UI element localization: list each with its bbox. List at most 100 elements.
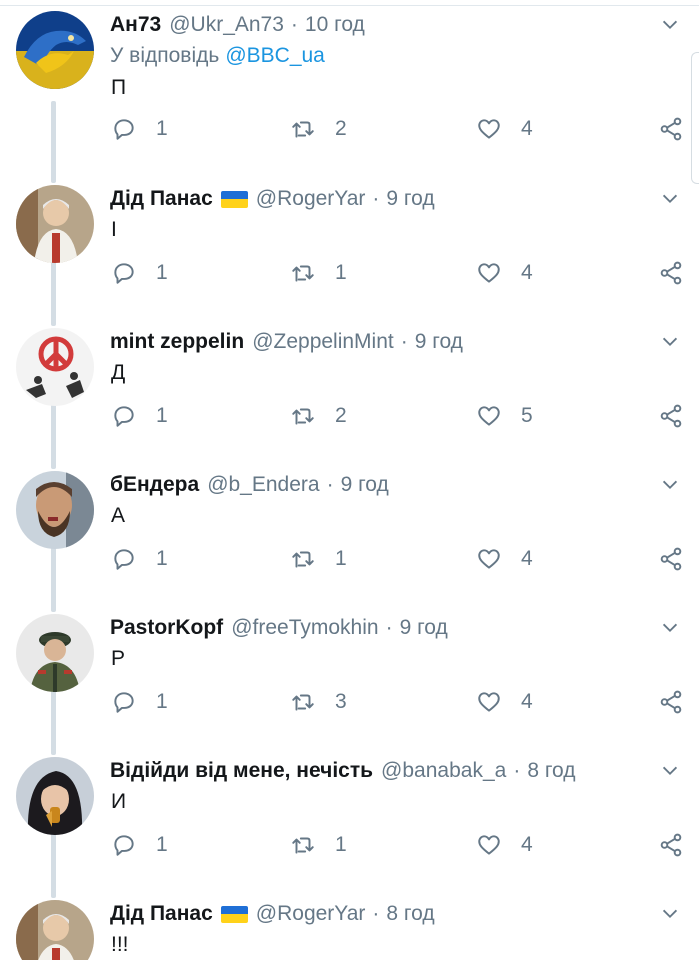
like-icon: [478, 692, 500, 712]
like-button[interactable]: 4: [476, 830, 533, 860]
chevron-down-icon[interactable]: [659, 760, 681, 782]
share-icon: [660, 117, 682, 141]
tweet[interactable]: Дід Панас @RogerYar · 8 год !!!: [0, 889, 699, 960]
action-bar: 1 1 4: [0, 830, 699, 860]
avatar[interactable]: [16, 185, 94, 263]
like-button[interactable]: 4: [476, 687, 533, 717]
like-button[interactable]: 5: [476, 401, 533, 431]
retweet-button[interactable]: 3: [290, 687, 347, 717]
author-handle[interactable]: @RogerYar: [256, 902, 366, 926]
author-name[interactable]: Дід Панас: [110, 187, 213, 211]
reply-button[interactable]: 1: [111, 830, 168, 860]
author-name[interactable]: Дід Панас: [110, 902, 213, 926]
author-handle[interactable]: @banabak_a: [381, 759, 506, 783]
timestamp[interactable]: 9 год: [400, 616, 448, 640]
share-button[interactable]: [658, 687, 684, 717]
avatar[interactable]: [16, 328, 94, 406]
author-name[interactable]: PastorKopf: [110, 616, 223, 640]
ukraine-flag-icon: [220, 905, 248, 923]
avatar[interactable]: [16, 757, 94, 835]
retweet-button[interactable]: 1: [290, 544, 347, 574]
tweet[interactable]: Дід Панас @RogerYar · 9 год І 1 1 4: [0, 174, 699, 317]
reply-button[interactable]: 1: [111, 114, 168, 144]
reply-icon: [114, 263, 134, 284]
retweet-icon: [292, 837, 314, 854]
reply-button[interactable]: 1: [111, 687, 168, 717]
like-icon: [478, 119, 500, 139]
timestamp[interactable]: 8 год: [386, 902, 434, 926]
chevron-down-icon[interactable]: [659, 903, 681, 925]
retweet-count: 1: [335, 547, 347, 570]
chevron-down-icon[interactable]: [659, 188, 681, 210]
reply-button[interactable]: 1: [111, 544, 168, 574]
reply-count: 1: [156, 833, 168, 856]
share-button[interactable]: [658, 544, 684, 574]
tweet[interactable]: Відійди від мене, нечість @banabak_a · 8…: [0, 746, 699, 889]
action-bar: 1 3 4: [0, 687, 699, 717]
ukraine-flag-icon: [220, 190, 248, 208]
like-button[interactable]: 4: [476, 258, 533, 288]
share-button[interactable]: [658, 401, 684, 431]
reply-button[interactable]: 1: [111, 401, 168, 431]
mention-link[interactable]: @BBC_ua: [225, 44, 325, 67]
share-icon: [660, 833, 682, 857]
timestamp[interactable]: 10 год: [305, 13, 365, 37]
timestamp[interactable]: 8 год: [527, 759, 575, 783]
timestamp[interactable]: 9 год: [415, 330, 463, 354]
retweet-button[interactable]: 2: [290, 401, 347, 431]
author-handle[interactable]: @Ukr_An73: [169, 13, 284, 37]
like-count: 4: [521, 833, 533, 856]
chevron-down-icon[interactable]: [659, 617, 681, 639]
tweet[interactable]: Ан73 @Ukr_An73 · 10 год У відповідь @BBC_…: [0, 0, 699, 143]
separator-dot: ·: [326, 473, 334, 496]
reply-icon: [114, 692, 134, 713]
retweet-icon: [292, 121, 314, 138]
share-icon: [660, 547, 682, 571]
tweet[interactable]: mint zeppelin @ZeppelinMint · 9 год Д 1 …: [0, 317, 699, 460]
reply-count: 1: [156, 547, 168, 570]
like-button[interactable]: 4: [476, 114, 533, 144]
separator-dot: ·: [385, 616, 393, 639]
retweet-count: 1: [335, 261, 347, 284]
author-handle[interactable]: @RogerYar: [256, 187, 366, 211]
share-button[interactable]: [658, 258, 684, 288]
author-name[interactable]: Ан73: [110, 13, 161, 37]
chevron-down-icon[interactable]: [659, 14, 681, 36]
author-name[interactable]: mint zeppelin: [110, 330, 244, 354]
reply-icon: [114, 549, 134, 570]
tweet[interactable]: бЕндера @b_Endera · 9 год А 1 1 4: [0, 460, 699, 603]
avatar[interactable]: [16, 614, 94, 692]
author-name[interactable]: бЕндера: [110, 473, 199, 497]
avatar[interactable]: [16, 471, 94, 549]
timestamp[interactable]: 9 год: [341, 473, 389, 497]
retweet-button[interactable]: 1: [290, 258, 347, 288]
like-button[interactable]: 4: [476, 544, 533, 574]
reply-icon: [114, 406, 134, 427]
retweet-button[interactable]: 2: [290, 114, 347, 144]
like-count: 4: [521, 261, 533, 284]
avatar[interactable]: [16, 11, 94, 89]
retweet-button[interactable]: 1: [290, 830, 347, 860]
share-button[interactable]: [658, 830, 684, 860]
action-bar: 1 2 5: [0, 401, 699, 431]
timestamp[interactable]: 9 год: [386, 187, 434, 211]
like-count: 4: [521, 690, 533, 713]
retweet-count: 3: [335, 690, 347, 713]
share-button[interactable]: [658, 114, 684, 144]
author-name[interactable]: Відійди від мене, нечість: [110, 759, 373, 783]
tweet-text: П: [111, 76, 127, 99]
chevron-down-icon[interactable]: [659, 474, 681, 496]
avatar[interactable]: [16, 900, 94, 960]
tweet-text: Д: [111, 361, 126, 384]
separator-dot: ·: [290, 13, 298, 36]
reply-button[interactable]: 1: [111, 258, 168, 288]
chevron-down-icon[interactable]: [659, 331, 681, 353]
like-count: 4: [521, 117, 533, 140]
separator-dot: ·: [400, 330, 408, 353]
author-handle[interactable]: @freeTymokhin: [231, 616, 378, 640]
author-handle[interactable]: @ZeppelinMint: [252, 330, 394, 354]
tweet-text: Р: [111, 647, 126, 670]
like-icon: [478, 406, 500, 426]
author-handle[interactable]: @b_Endera: [207, 473, 319, 497]
tweet[interactable]: PastorKopf @freeTymokhin · 9 год Р 1 3 4: [0, 603, 699, 746]
